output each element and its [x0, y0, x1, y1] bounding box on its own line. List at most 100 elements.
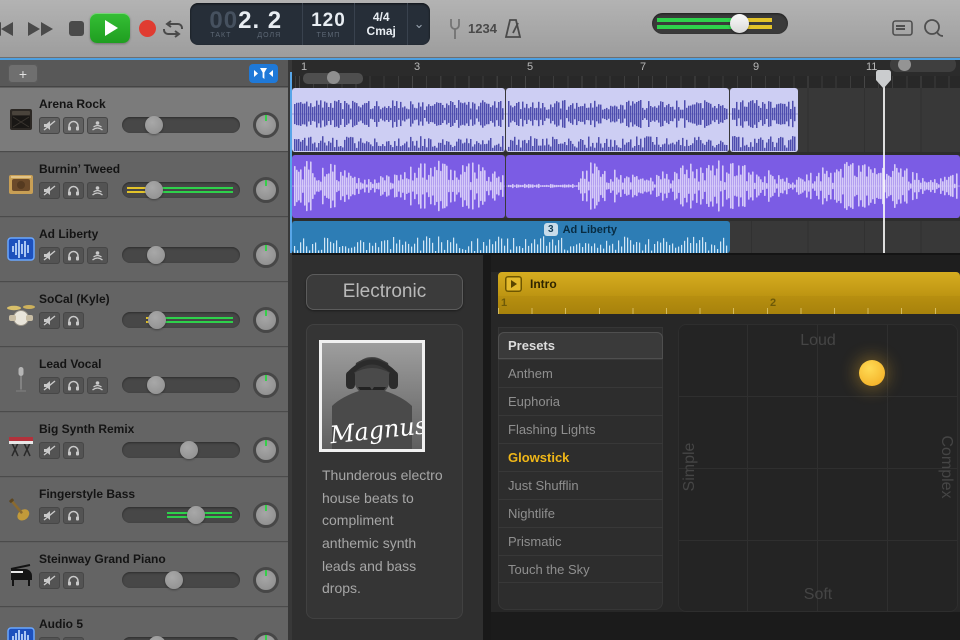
track-row[interactable]: Arena Rock	[0, 88, 288, 152]
track-row[interactable]: Big Synth Remix	[0, 413, 288, 477]
mute-button[interactable]	[39, 442, 60, 459]
metronome-icon[interactable]	[500, 0, 526, 57]
volume-handle[interactable]	[164, 571, 183, 589]
volume-handle[interactable]	[180, 441, 199, 459]
drummer-region-bar[interactable]: Intro 1 2	[498, 272, 960, 314]
audio-region[interactable]	[730, 88, 798, 152]
pan-knob[interactable]	[253, 372, 279, 398]
master-volume-slider[interactable]	[652, 13, 788, 34]
pan-knob[interactable]	[253, 437, 279, 463]
genre-button[interactable]: Electronic	[306, 274, 463, 310]
preset-item-selected[interactable]: Glowstick	[498, 443, 663, 471]
drummer-avatar[interactable]: Magnus	[319, 340, 428, 452]
mute-button[interactable]	[39, 182, 60, 199]
solo-button[interactable]	[63, 377, 84, 394]
solo-button[interactable]	[63, 312, 84, 329]
playhead-handle[interactable]	[876, 70, 891, 94]
volume-slider[interactable]	[122, 311, 240, 329]
track-row[interactable]: Steinway Grand Piano	[0, 543, 288, 607]
play-button[interactable]	[90, 13, 130, 43]
monitor-button[interactable]	[87, 182, 108, 199]
stop-button[interactable]	[69, 21, 84, 36]
audio-region[interactable]	[506, 88, 729, 152]
preset-item[interactable]: Prismatic	[498, 527, 663, 555]
audio-region[interactable]	[292, 88, 505, 152]
volume-slider[interactable]	[122, 571, 240, 589]
track-row[interactable]: Fingerstyle Bass	[0, 478, 288, 542]
preset-item[interactable]: Flashing Lights	[498, 415, 663, 443]
cycle-range-handle[interactable]	[303, 71, 363, 84]
solo-button[interactable]	[63, 117, 84, 134]
preset-item[interactable]: Just Shufflin	[498, 471, 663, 499]
cycle-icon[interactable]	[160, 0, 186, 57]
xy-pad-puck[interactable]	[859, 360, 885, 386]
preset-item[interactable]: Euphoria	[498, 387, 663, 415]
solo-button[interactable]	[63, 507, 84, 524]
volume-handle[interactable]	[148, 311, 167, 329]
pan-knob[interactable]	[253, 567, 279, 593]
mute-button[interactable]	[39, 572, 60, 589]
mute-button[interactable]	[39, 117, 60, 134]
mute-button[interactable]	[39, 312, 60, 329]
volume-slider[interactable]	[122, 181, 240, 199]
pan-knob[interactable]	[253, 502, 279, 528]
audio-region[interactable]	[292, 155, 505, 218]
solo-button[interactable]	[63, 572, 84, 589]
fast-forward-icon[interactable]	[26, 0, 56, 57]
track-row[interactable]: Ad Liberty	[0, 218, 288, 282]
arrange-area[interactable]: 1 3 5 7 9 11 3 Ad Liberty	[292, 60, 960, 253]
solo-button[interactable]	[63, 182, 84, 199]
pan-knob[interactable]	[253, 242, 279, 268]
volume-handle[interactable]	[144, 116, 163, 134]
solo-button[interactable]	[63, 247, 84, 264]
count-in-button[interactable]: 1234	[468, 0, 497, 57]
track-row[interactable]: Audio 5	[0, 608, 288, 640]
volume-handle[interactable]	[147, 246, 166, 264]
volume-slider[interactable]	[122, 441, 240, 459]
region-play-button[interactable]	[505, 276, 522, 292]
pan-knob[interactable]	[253, 112, 279, 138]
volume-slider[interactable]	[122, 506, 240, 524]
region-mini-ruler[interactable]: 1 2	[498, 296, 960, 314]
catch-playhead-button[interactable]	[249, 64, 278, 83]
volume-handle[interactable]	[187, 506, 206, 524]
solo-button[interactable]	[63, 442, 84, 459]
beat-ruler[interactable]	[292, 76, 960, 88]
display-mode-icon[interactable]	[890, 0, 914, 57]
mute-button[interactable]	[39, 507, 60, 524]
chevron-down-icon[interactable]: ⌄	[408, 3, 430, 45]
preset-item[interactable]: Anthem	[498, 359, 663, 387]
timeline-ruler[interactable]: 1 3 5 7 9 11	[292, 60, 960, 76]
audio-region-selected[interactable]: 3 Ad Liberty	[292, 221, 730, 253]
track-row[interactable]: SoCal (Kyle)	[0, 283, 288, 347]
zoom-scroll-handle[interactable]	[890, 60, 956, 72]
volume-slider[interactable]	[122, 116, 240, 134]
playhead-line[interactable]	[883, 72, 885, 253]
add-track-button[interactable]: +	[8, 64, 38, 83]
preset-item[interactable]: Touch the Sky	[498, 555, 663, 583]
monitor-button[interactable]	[87, 377, 108, 394]
volume-handle[interactable]	[144, 181, 163, 199]
monitor-button[interactable]	[87, 117, 108, 134]
mute-button[interactable]	[39, 377, 60, 394]
volume-slider[interactable]	[122, 246, 240, 264]
track-row[interactable]: Lead Vocal	[0, 348, 288, 412]
track-row[interactable]: Burnin’ Tweed	[0, 153, 288, 217]
pan-knob[interactable]	[253, 307, 279, 333]
pan-knob[interactable]	[253, 632, 279, 640]
lcd-display[interactable]: 002. 2 ТАКТ ДОЛЯ 120 ТЕМП 4/4 Cmaj ⌄	[190, 3, 430, 45]
monitor-button[interactable]	[87, 247, 108, 264]
pan-knob[interactable]	[253, 177, 279, 203]
xy-pad[interactable]: Loud Soft Simple Complex	[678, 324, 958, 612]
tuning-fork-icon[interactable]	[443, 0, 467, 57]
record-button[interactable]	[139, 20, 156, 37]
volume-handle[interactable]	[147, 376, 166, 394]
volume-slider[interactable]	[122, 376, 240, 394]
preset-item[interactable]: Nightlife	[498, 499, 663, 527]
volume-handle[interactable]	[148, 636, 167, 640]
loop-browser-icon[interactable]	[920, 0, 946, 57]
audio-region[interactable]	[506, 155, 960, 218]
track-lanes[interactable]: 3 Ad Liberty	[292, 88, 960, 253]
rewind-icon[interactable]	[0, 0, 16, 57]
mute-button[interactable]	[39, 247, 60, 264]
